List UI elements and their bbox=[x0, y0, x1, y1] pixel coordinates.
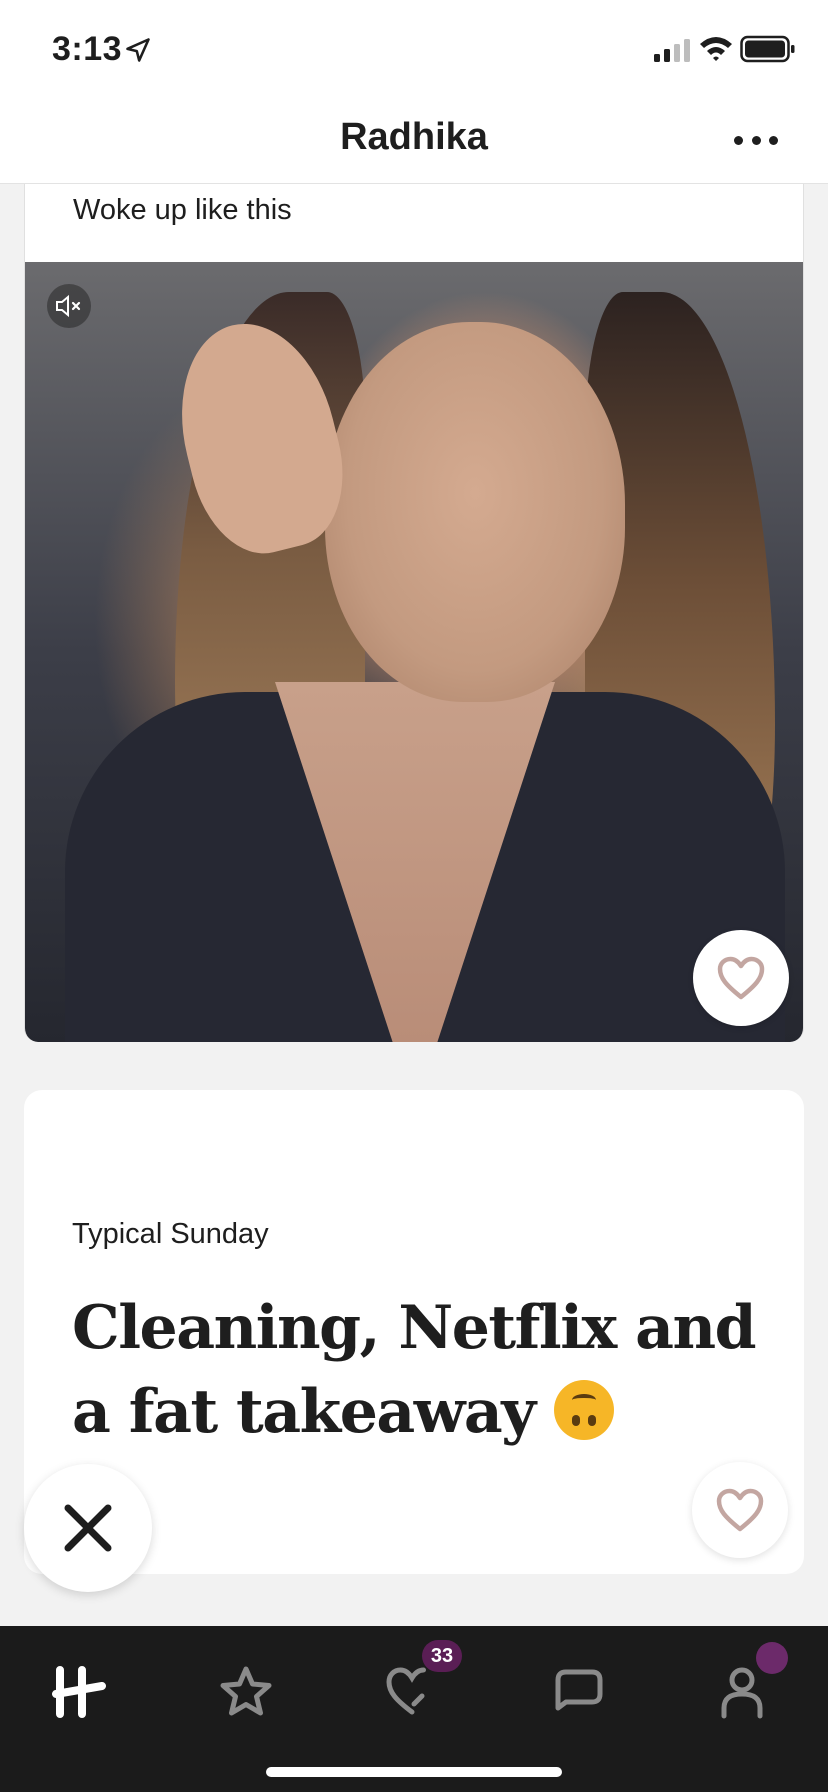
home-indicator[interactable] bbox=[266, 1767, 562, 1777]
nav-standouts-tab[interactable] bbox=[214, 1660, 278, 1724]
profile-header: Radhika bbox=[0, 98, 828, 184]
close-x-icon bbox=[64, 1504, 112, 1552]
status-bar: 3:13 bbox=[0, 0, 828, 98]
nav-home-tab[interactable] bbox=[48, 1660, 112, 1724]
battery-icon bbox=[740, 35, 795, 63]
likes-count-badge: 33 bbox=[422, 1640, 462, 1672]
hinge-logo-icon bbox=[52, 1666, 106, 1718]
chat-bubble-icon bbox=[555, 1669, 603, 1711]
nav-matches-tab[interactable] bbox=[546, 1660, 610, 1724]
more-dots-icon bbox=[734, 135, 743, 145]
profile-name-title: Radhika bbox=[340, 116, 488, 158]
heart-outline-icon bbox=[716, 1488, 764, 1532]
more-options-button[interactable] bbox=[734, 130, 778, 150]
heart-outline-icon bbox=[717, 956, 765, 1000]
bottom-navigation: 33 bbox=[0, 1626, 828, 1792]
profile-video[interactable] bbox=[25, 262, 803, 1042]
star-icon bbox=[220, 1666, 272, 1716]
photo-card: Woke up like this bbox=[24, 184, 804, 1042]
photo-caption: Woke up like this bbox=[73, 194, 292, 226]
wifi-icon bbox=[700, 37, 732, 61]
upside-down-face-emoji bbox=[554, 1380, 615, 1440]
profile-notification-dot bbox=[756, 1642, 788, 1674]
status-time: 3:13 bbox=[52, 30, 123, 68]
prompt-answer-text: Cleaning, Netflix and a fat takeaway bbox=[72, 1293, 757, 1447]
like-photo-button[interactable] bbox=[693, 930, 789, 1026]
like-prompt-button[interactable] bbox=[692, 1462, 788, 1558]
signal-icon bbox=[654, 39, 690, 62]
heart-check-icon bbox=[386, 1667, 426, 1715]
prompt-answer: Cleaning, Netflix and a fat takeaway bbox=[72, 1286, 762, 1454]
location-arrow-icon bbox=[126, 38, 150, 62]
mute-toggle-button[interactable] bbox=[47, 284, 91, 328]
muted-speaker-icon bbox=[56, 294, 81, 318]
prompt-question: Typical Sunday bbox=[72, 1218, 269, 1250]
skip-profile-button[interactable] bbox=[24, 1464, 152, 1592]
person-icon bbox=[721, 1667, 763, 1719]
